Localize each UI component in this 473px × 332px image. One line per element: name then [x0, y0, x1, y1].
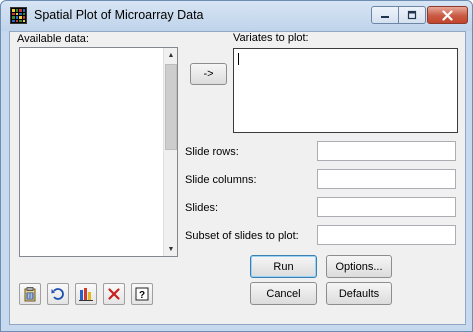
subset-slides-input[interactable] [317, 225, 456, 245]
minimize-button[interactable] [371, 6, 399, 24]
spreadsheet-paste-button[interactable] [19, 283, 41, 305]
save-icon [79, 288, 93, 301]
svg-text:?: ? [139, 290, 145, 301]
add-variate-button[interactable]: -> [190, 63, 227, 85]
dialog-body: Available data: ▲ ▼ -> Variates to plot:… [9, 31, 466, 325]
available-data-label: Available data: [17, 33, 89, 45]
app-icon [10, 7, 27, 24]
options-button[interactable]: Options... [326, 255, 392, 278]
defaults-button[interactable]: Defaults [326, 282, 392, 305]
cancel-button[interactable]: Cancel [250, 282, 317, 305]
available-data-list[interactable]: ▲ ▼ [19, 47, 178, 257]
maximize-icon [407, 10, 417, 20]
available-data-scrollbar[interactable]: ▲ ▼ [163, 48, 177, 256]
close-icon [442, 9, 453, 21]
restore-button[interactable] [47, 283, 69, 305]
maximize-button[interactable] [399, 6, 426, 24]
variates-input[interactable] [233, 48, 458, 133]
clear-icon [108, 288, 120, 300]
variates-label: Variates to plot: [233, 32, 309, 44]
clear-button[interactable] [103, 283, 125, 305]
title-bar[interactable]: Spatial Plot of Microarray Data [1, 1, 472, 31]
slides-label: Slides: [185, 202, 219, 214]
close-button[interactable] [427, 6, 468, 24]
help-icon: ? [135, 287, 149, 301]
text-caret [238, 53, 239, 65]
save-results-button[interactable] [75, 283, 97, 305]
dialog-window: Spatial Plot of Microarray Data Availabl… [0, 0, 473, 332]
minimize-icon [381, 16, 389, 18]
run-button[interactable]: Run [250, 255, 317, 278]
scroll-up-arrow-icon[interactable]: ▲ [164, 48, 178, 62]
slide-rows-input[interactable] [317, 141, 456, 161]
slide-columns-input[interactable] [317, 169, 456, 189]
slide-rows-label: Slide rows: [185, 146, 239, 158]
slide-columns-label: Slide columns: [185, 174, 257, 186]
help-button[interactable]: ? [131, 283, 153, 305]
spreadsheet-paste-icon [24, 287, 36, 302]
scroll-thumb[interactable] [165, 64, 177, 150]
scroll-down-arrow-icon[interactable]: ▼ [164, 242, 178, 256]
restore-icon [51, 288, 64, 300]
window-title: Spatial Plot of Microarray Data [34, 8, 204, 22]
slides-input[interactable] [317, 197, 456, 217]
subset-slides-label: Subset of slides to plot: [185, 230, 299, 242]
